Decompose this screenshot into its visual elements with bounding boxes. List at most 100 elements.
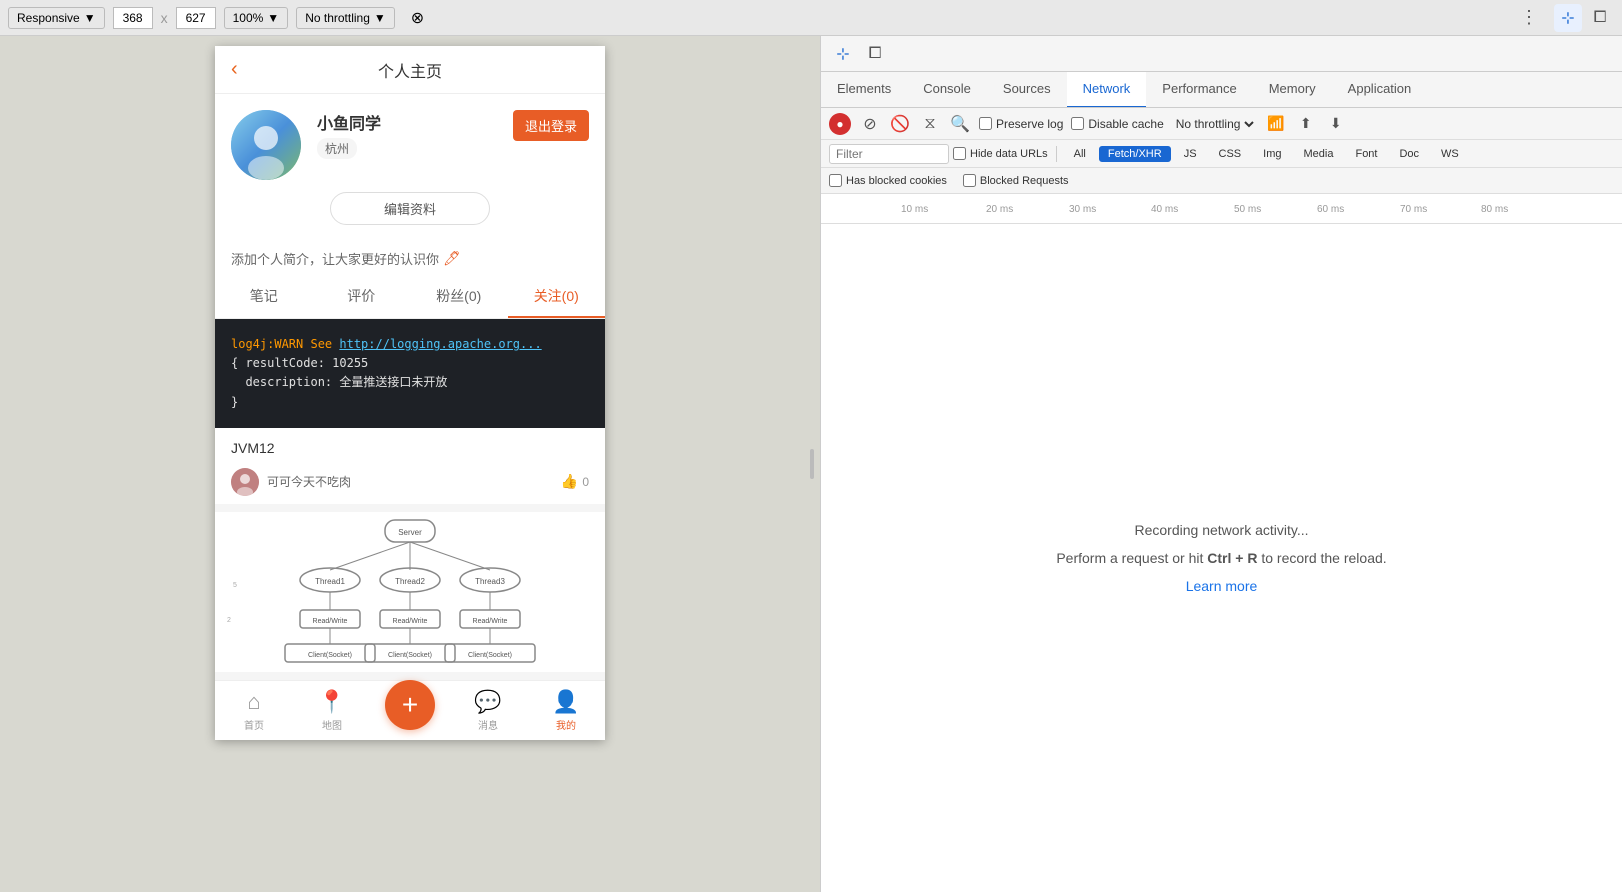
profile-section: 小鱼同学 杭州 退出登录 编辑资料 [215,94,605,241]
responsive-selector[interactable]: Responsive ▼ [8,7,105,29]
filter-js-btn[interactable]: JS [1175,146,1206,162]
search-button[interactable]: 🔍 [949,113,971,135]
dimension-separator: x [161,10,168,26]
bio-edit-icon[interactable]: 🖊 [443,250,461,267]
disable-cache-checkbox[interactable]: Disable cache [1071,117,1163,131]
stop-record-button[interactable]: ⊘ [859,113,881,135]
filter-doc-btn[interactable]: Doc [1390,146,1428,162]
svg-text:Server: Server [398,528,422,537]
blocked-requests-input[interactable] [963,174,976,187]
zoom-label: 100% [233,11,264,25]
messages-icon: 💬 [474,689,501,715]
nav-create[interactable]: + [371,681,449,740]
tab-elements[interactable]: Elements [821,72,907,108]
filter-all-btn[interactable]: All [1065,146,1095,162]
nav-messages-label: 消息 [478,717,498,732]
create-button[interactable]: + [385,680,435,730]
bio-text: 添加个人简介，让大家更好的认识你 [231,249,439,268]
devtools-panel: ⊹ ⧠ Elements Console Sources Network Per… [820,36,1622,892]
import-button[interactable]: ⬆ [1295,113,1317,135]
profile-top: 小鱼同学 杭州 退出登录 [231,110,589,180]
svg-text:5: 5 [233,582,237,589]
bottom-navigation: ⌂ 首页 📍 地图 + 💬 消息 👤 我的 [215,680,605,740]
throttle-selector[interactable]: No throttling ▼ [296,7,395,29]
preserve-log-input[interactable] [979,117,992,130]
disable-cache-input[interactable] [1071,117,1084,130]
filter-ws-btn[interactable]: WS [1432,146,1468,162]
filter-font-btn[interactable]: Font [1346,146,1386,162]
tab-application[interactable]: Application [1332,72,1428,108]
network-toolbar: ● ⊘ 🚫 ⧖ 🔍 Preserve log Disable cache No … [821,108,1622,140]
code-line-4: } [231,393,589,412]
tab-notes[interactable]: 笔记 [215,276,313,318]
inspect-element-button[interactable]: ⊹ [1554,4,1582,32]
timeline-30ms: 30 ms [1069,204,1096,215]
filter-button[interactable]: ⧖ [919,113,941,135]
hide-data-urls-checkbox[interactable]: Hide data URLs [953,147,1048,160]
card-jvm12: log4j:WARN See http://logging.apache.org… [215,319,605,504]
filter-media-btn[interactable]: Media [1295,146,1343,162]
code-line-3: description: 全量推送接口未开放 [231,373,589,392]
tab-sources[interactable]: Sources [987,72,1067,108]
device-toggle-button[interactable]: ⧠ [1586,4,1614,32]
blocked-requests-checkbox[interactable]: Blocked Requests [963,174,1069,187]
filter-fetch-xhr-btn[interactable]: Fetch/XHR [1099,146,1171,162]
devtools-top-bar: ⊹ ⧠ [821,36,1622,72]
svg-text:Read/Write: Read/Write [313,618,348,625]
profile-bio: 添加个人简介，让大家更好的认识你 🖊 [215,241,605,276]
nav-map[interactable]: 📍 地图 [293,681,371,740]
tab-console[interactable]: Console [907,72,987,108]
content-area[interactable]: log4j:WARN See http://logging.apache.org… [215,319,605,680]
timeline-20ms: 20 ms [986,204,1013,215]
tab-followers[interactable]: 粉丝(0) [410,276,508,318]
edit-profile-button[interactable]: 编辑资料 [330,192,490,225]
back-button[interactable]: ‹ [231,58,238,81]
more-options-button[interactable]: ⋮ [1520,7,1538,28]
responsive-label: Responsive [17,11,80,25]
width-input[interactable] [113,7,153,29]
blocked-requests-label: Blocked Requests [980,175,1069,187]
keyboard-shortcut: Ctrl + R [1207,550,1257,566]
sensors-button[interactable]: ⊗ [403,7,432,29]
logout-button[interactable]: 退出登录 [513,110,589,141]
disable-cache-label: Disable cache [1088,117,1163,131]
filter-img-btn[interactable]: Img [1254,146,1290,162]
svg-text:Client(Socket): Client(Socket) [308,652,352,659]
filter-css-btn[interactable]: CSS [1210,146,1251,162]
author-avatar [231,468,259,496]
nav-messages[interactable]: 💬 消息 [449,681,527,740]
svg-text:Thread1: Thread1 [315,577,345,586]
export-button[interactable]: ⬇ [1325,113,1347,135]
instructions-suffix: to record the reload. [1257,550,1386,566]
timeline-50ms: 50 ms [1234,204,1261,215]
nav-profile[interactable]: 👤 我的 [527,681,605,740]
resize-handle-inner [810,449,814,479]
inspect-button[interactable]: ⊹ [829,40,857,68]
tab-performance[interactable]: Performance [1146,72,1252,108]
preserve-log-checkbox[interactable]: Preserve log [979,117,1063,131]
throttle-dropdown[interactable]: No throttling [1172,116,1257,132]
nav-home[interactable]: ⌂ 首页 [215,681,293,740]
tab-memory[interactable]: Memory [1253,72,1332,108]
timeline-40ms: 40 ms [1151,204,1178,215]
timeline-10ms: 10 ms [901,204,928,215]
profile-icon: 👤 [552,689,579,715]
height-input[interactable] [176,7,216,29]
filter-input[interactable] [829,144,949,164]
mobile-frame: ‹ 个人主页 [215,46,605,740]
like-button[interactable]: 👍 0 [561,473,589,490]
clear-button[interactable]: 🚫 [889,113,911,135]
learn-more-link[interactable]: Learn more [1186,572,1258,600]
record-button[interactable]: ● [829,113,851,135]
has-blocked-cookies-checkbox[interactable]: Has blocked cookies [829,174,947,187]
code-block: log4j:WARN See http://logging.apache.org… [215,319,605,428]
resize-handle[interactable] [804,444,820,484]
device-mode-button[interactable]: ⧠ [861,40,889,68]
hide-data-urls-input[interactable] [953,147,966,160]
instructions-prefix: Perform a request or hit [1056,550,1207,566]
zoom-selector[interactable]: 100% ▼ [224,7,289,29]
has-blocked-cookies-input[interactable] [829,174,842,187]
tab-following[interactable]: 关注(0) [508,276,606,318]
tab-network[interactable]: Network [1067,72,1147,108]
tab-reviews[interactable]: 评价 [313,276,411,318]
